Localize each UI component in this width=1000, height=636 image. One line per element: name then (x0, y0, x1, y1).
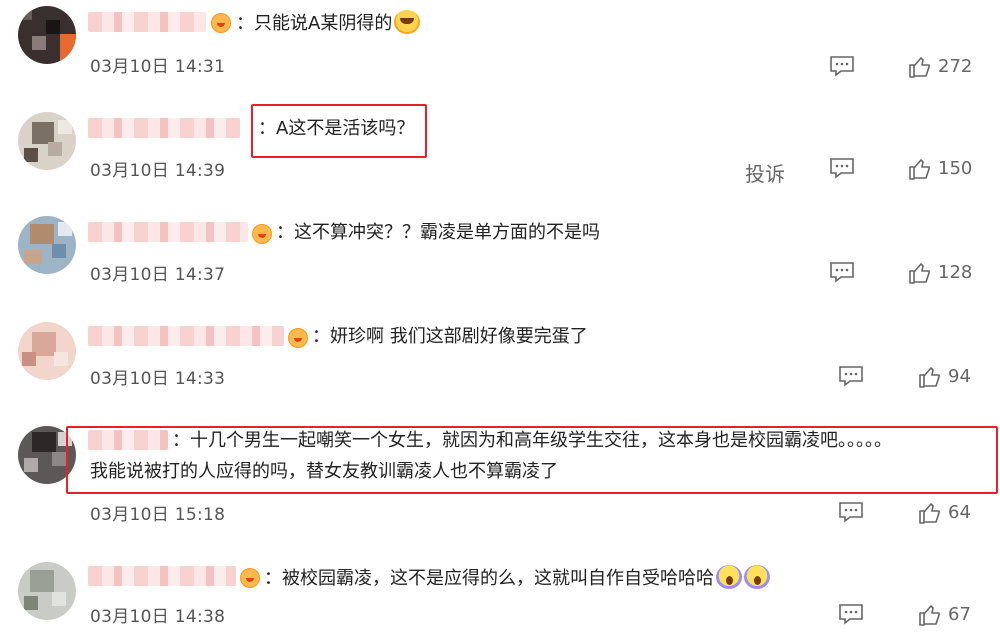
comment-time: 03月10日 14:37 (90, 265, 226, 285)
like-count: 272 (938, 56, 973, 77)
scream-icon (716, 565, 742, 589)
username-blurred[interactable] (88, 326, 284, 346)
username-blurred[interactable] (88, 430, 168, 450)
comment-time: 03月10日 14:33 (90, 369, 226, 389)
like-icon[interactable] (918, 603, 942, 627)
comment-time: 03月10日 14:39 (90, 161, 226, 181)
user-badge-icon (288, 328, 308, 348)
scream-icon (744, 565, 770, 589)
comment-item: ：十几个男生一起嘲笑一个女生，就因为和高年级学生交往，这本身也是校园霸凌吧。。。… (0, 412, 1000, 548)
comment-text: ：A这不是活该吗？ (258, 118, 415, 139)
reply-icon[interactable] (829, 261, 855, 283)
user-badge-icon (211, 13, 231, 33)
laugh-cry-icon (394, 10, 421, 34)
report-button[interactable]: 投诉 (745, 158, 785, 187)
reply-icon[interactable] (838, 501, 864, 523)
like-icon[interactable] (908, 55, 932, 79)
comment-item: ：A这不是活该吗？ 03月10日 14:39 投诉 150 (0, 100, 1000, 204)
reply-icon[interactable] (829, 55, 855, 77)
username-blurred[interactable] (88, 566, 236, 586)
username-blurred[interactable] (88, 12, 206, 32)
like-icon[interactable] (918, 365, 942, 389)
comment-text-line2: 我能说被打的人应得的吗，替女友教训霸凌人也不算霸凌了 (90, 461, 558, 482)
like-count: 150 (938, 158, 973, 179)
reply-icon[interactable] (838, 365, 864, 387)
comment-text: ：这不算冲突？？霸凌是单方面的不是吗 (276, 222, 600, 243)
reply-icon[interactable] (838, 603, 864, 625)
comment-item: ：只能说A某阴得的 03月10日 14:31 272 (0, 0, 1000, 100)
user-badge-icon (252, 224, 272, 244)
like-count: 64 (948, 502, 971, 523)
username-blurred[interactable] (88, 118, 240, 138)
like-icon[interactable] (908, 157, 932, 181)
comment-text: ：妍珍啊 我们这部剧好像要完蛋了 (312, 326, 588, 347)
like-icon[interactable] (908, 261, 932, 285)
avatar[interactable] (18, 112, 76, 170)
avatar[interactable] (18, 562, 76, 620)
username-blurred[interactable] (88, 222, 248, 242)
avatar[interactable] (18, 216, 76, 274)
comment-time: 03月10日 15:18 (90, 505, 226, 525)
like-count: 94 (948, 366, 971, 387)
comment-text: ：只能说A某阴得的 (236, 10, 421, 36)
avatar[interactable] (18, 426, 76, 484)
like-count: 128 (938, 262, 973, 283)
comment-time: 03月10日 14:31 (90, 57, 226, 77)
like-count: 67 (948, 604, 971, 625)
avatar[interactable] (18, 322, 76, 380)
comment-text: ：被校园霸凌，这不是应得的么，这就叫自作自受哈哈哈 (264, 565, 770, 591)
comment-item: ：被校园霸凌，这不是应得的么，这就叫自作自受哈哈哈 03月10日 14:38 6… (0, 548, 1000, 636)
reply-icon[interactable] (829, 157, 855, 179)
comment-item: ：妍珍啊 我们这部剧好像要完蛋了 03月10日 14:33 94 (0, 308, 1000, 412)
comment-time: 03月10日 14:38 (90, 607, 226, 627)
comment-item: ：这不算冲突？？霸凌是单方面的不是吗 03月10日 14:37 128 (0, 204, 1000, 308)
avatar[interactable] (18, 6, 76, 64)
user-badge-icon (240, 568, 260, 588)
comment-text: ：十几个男生一起嘲笑一个女生，就因为和高年级学生交往，这本身也是校园霸凌吧。。。… (172, 430, 892, 451)
like-icon[interactable] (918, 501, 942, 525)
